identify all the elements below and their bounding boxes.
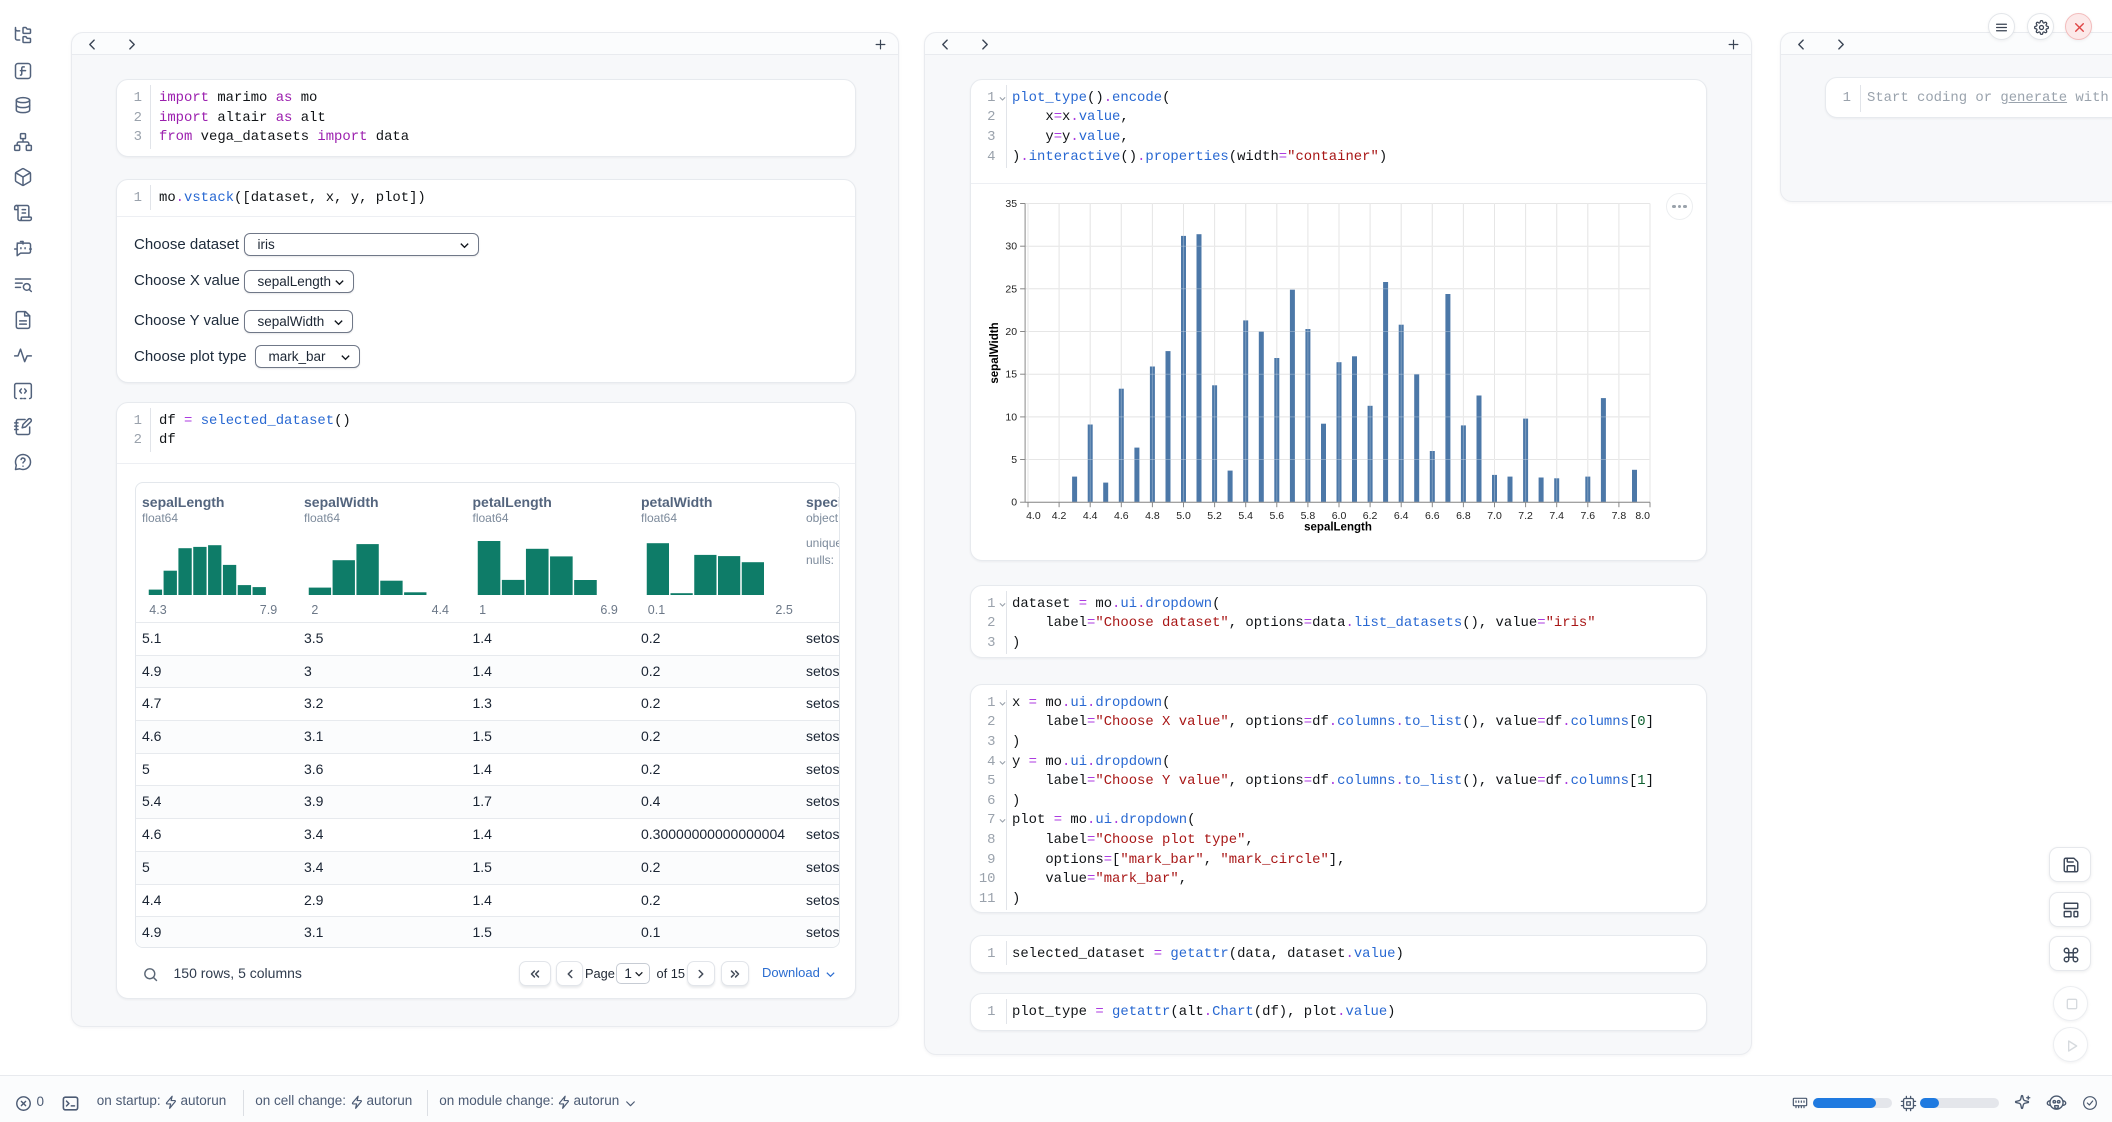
svg-text:5.8: 5.8 bbox=[1300, 510, 1315, 522]
svg-text:5.6: 5.6 bbox=[1269, 510, 1284, 522]
svg-text:5.2: 5.2 bbox=[1207, 510, 1222, 522]
svg-text:6.8: 6.8 bbox=[1456, 510, 1471, 522]
svg-text:4.6: 4.6 bbox=[1113, 510, 1128, 522]
svg-text:7.8: 7.8 bbox=[1611, 510, 1626, 522]
svg-text:sepalLength: sepalLength bbox=[1304, 521, 1372, 533]
svg-text:35: 35 bbox=[1005, 198, 1017, 210]
svg-text:25: 25 bbox=[1005, 283, 1017, 295]
svg-text:4.8: 4.8 bbox=[1145, 510, 1160, 522]
svg-text:7.6: 7.6 bbox=[1580, 510, 1595, 522]
svg-text:7.2: 7.2 bbox=[1518, 510, 1533, 522]
svg-text:6.0: 6.0 bbox=[1331, 510, 1346, 522]
svg-text:6.4: 6.4 bbox=[1393, 510, 1408, 522]
svg-text:7.0: 7.0 bbox=[1487, 510, 1502, 522]
svg-text:15: 15 bbox=[1005, 368, 1017, 380]
svg-text:4.0: 4.0 bbox=[1026, 510, 1041, 522]
svg-text:5.0: 5.0 bbox=[1176, 510, 1191, 522]
svg-text:20: 20 bbox=[1005, 326, 1017, 338]
svg-text:sepalWidth: sepalWidth bbox=[989, 322, 1001, 383]
svg-text:7.4: 7.4 bbox=[1549, 510, 1564, 522]
svg-text:4.2: 4.2 bbox=[1051, 510, 1066, 522]
svg-text:10: 10 bbox=[1005, 411, 1017, 423]
svg-text:5.4: 5.4 bbox=[1238, 510, 1253, 522]
svg-text:0: 0 bbox=[1011, 496, 1017, 508]
svg-text:6.6: 6.6 bbox=[1424, 510, 1439, 522]
svg-text:5: 5 bbox=[1011, 454, 1017, 466]
svg-text:4.4: 4.4 bbox=[1082, 510, 1097, 522]
svg-text:8.0: 8.0 bbox=[1635, 510, 1650, 522]
svg-text:6.2: 6.2 bbox=[1362, 510, 1377, 522]
svg-text:30: 30 bbox=[1005, 240, 1017, 252]
